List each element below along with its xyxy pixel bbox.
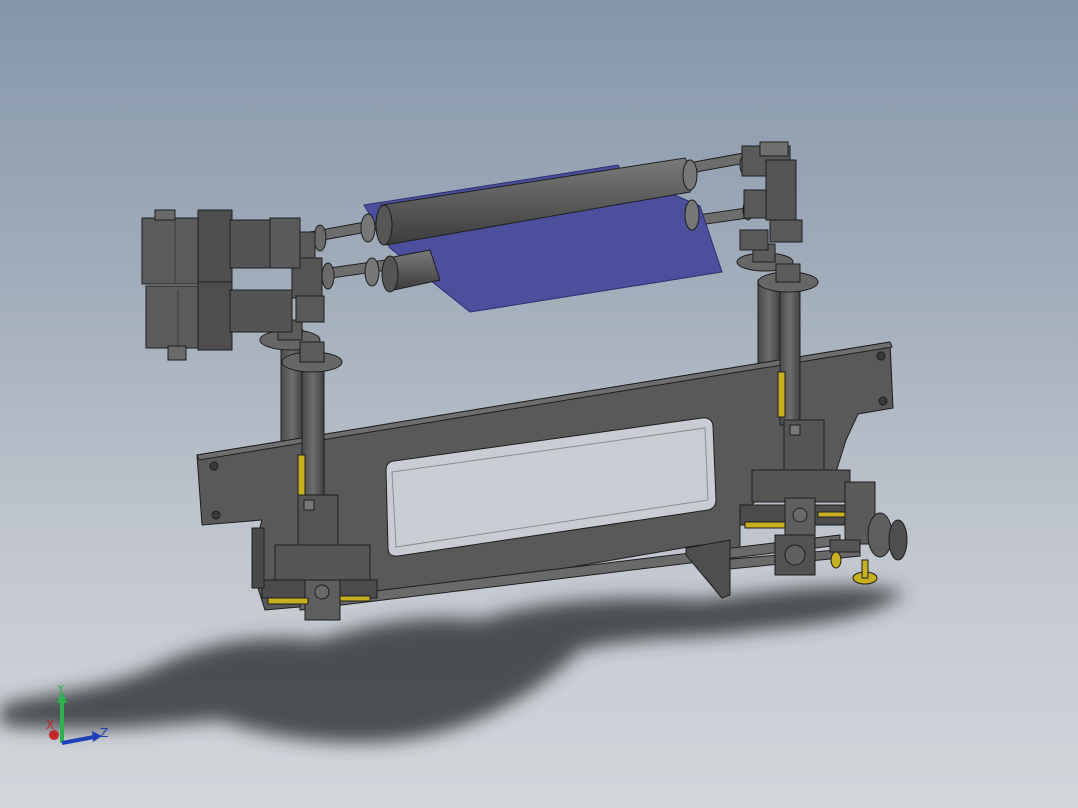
lower-roller[interactable] bbox=[381, 249, 441, 293]
model-view[interactable] bbox=[0, 0, 1078, 808]
plate-hole bbox=[209, 461, 219, 471]
x-axis-label: X bbox=[46, 718, 54, 732]
right-front-flange-hub bbox=[775, 263, 801, 283]
plate-hole bbox=[211, 510, 221, 520]
z-axis-line bbox=[61, 735, 95, 745]
coordinate-triad: Y X Z bbox=[46, 685, 108, 745]
plate-hole bbox=[876, 351, 886, 361]
floor-shadow bbox=[0, 586, 905, 743]
upper-motor[interactable] bbox=[141, 209, 301, 285]
y-axis-label: Y bbox=[56, 685, 65, 696]
z-axis-label: Z bbox=[100, 726, 108, 740]
support-bracket[interactable] bbox=[685, 539, 731, 599]
left-front-flange-hub bbox=[299, 341, 325, 363]
plate-hole bbox=[878, 396, 888, 406]
right-bearing-blocks[interactable] bbox=[739, 141, 803, 251]
graphics-viewport[interactable]: Y X Z bbox=[0, 0, 1078, 808]
roller-assembly[interactable] bbox=[141, 141, 908, 621]
lower-motor[interactable] bbox=[145, 281, 293, 361]
